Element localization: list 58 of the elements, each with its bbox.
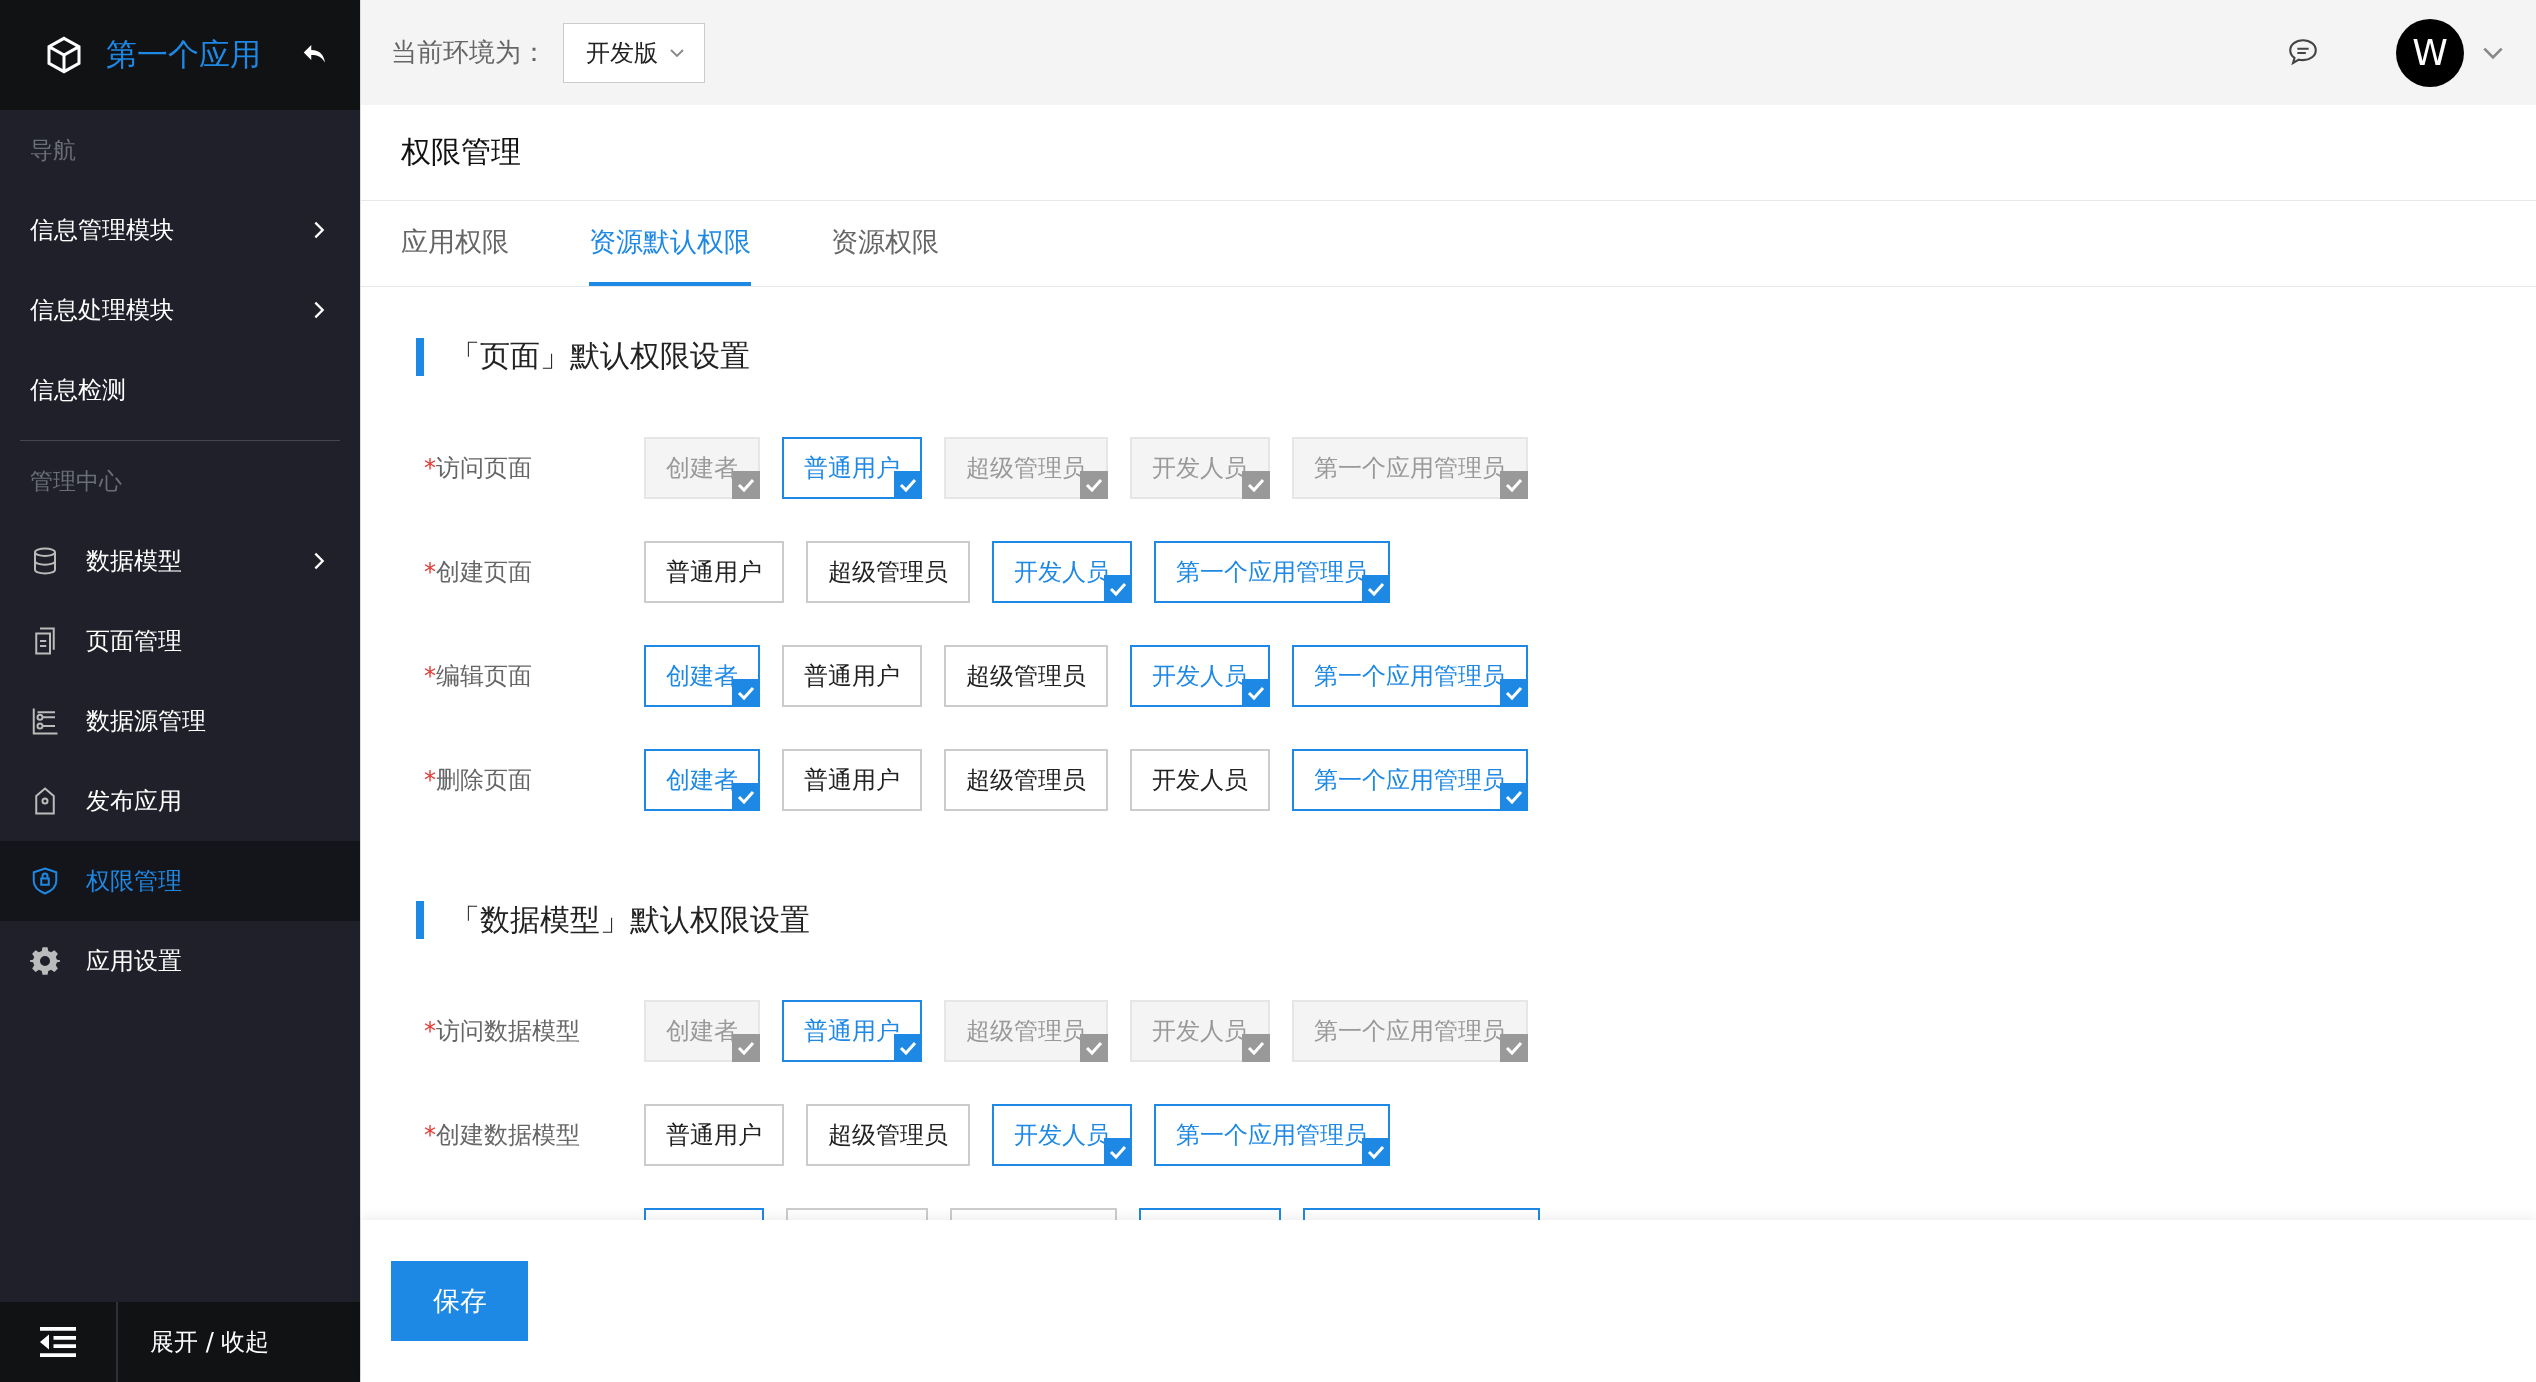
permission-option[interactable] (1303, 1208, 1540, 1220)
nav-item[interactable]: 信息管理模块 (0, 190, 360, 270)
nav-item[interactable]: 信息处理模块 (0, 270, 360, 350)
permission-option[interactable]: 普通用户 (782, 748, 922, 811)
user-avatar[interactable]: W (2396, 18, 2464, 87)
nav-group-heading: 管理中心 (29, 466, 123, 496)
nav-item-label: 信息检测 (30, 375, 127, 406)
permission-option[interactable]: 超级管理员 (806, 1104, 970, 1166)
section-accent-bar (416, 337, 424, 376)
nav-item[interactable]: 数据源管理 (0, 681, 360, 761)
section-title: 「页面」默认权限设置 (450, 337, 750, 376)
field-label: *删除页面 (423, 764, 533, 796)
app-title: 第一个应用 (106, 35, 262, 74)
nav-item[interactable]: 页面管理 (0, 601, 360, 681)
page-title: 权限管理 (361, 105, 2536, 201)
field-label: *编辑页面 (423, 660, 533, 692)
tab[interactable]: 资源权限 (831, 201, 939, 286)
section-accent-bar (416, 901, 424, 940)
gear-icon (30, 946, 60, 976)
nav-item-label: 发布应用 (85, 786, 183, 817)
permission-option[interactable]: 超级管理员 (944, 644, 1108, 707)
permission-option[interactable] (1139, 1208, 1281, 1220)
permission-option[interactable]: 普通用户 (644, 1104, 784, 1166)
collapse-toggle[interactable]: 展开 / 收起 (118, 1325, 276, 1359)
environment-label: 当前环境为： (391, 36, 547, 69)
permission-option[interactable]: 普通用户 (782, 1000, 922, 1062)
nav-item-label: 数据模型 (85, 546, 183, 577)
permission-option[interactable]: 普通用户 (782, 644, 922, 707)
permission-option[interactable] (644, 1208, 764, 1220)
nav-item[interactable]: 权限管理 (0, 841, 360, 921)
list-icon (30, 706, 60, 736)
tab[interactable]: 应用权限 (401, 201, 509, 286)
environment-select[interactable]: 开发版 (563, 22, 705, 83)
permission-option[interactable]: 开发人员 (1130, 748, 1270, 811)
section-title: 「数据模型」默认权限设置 (450, 900, 810, 939)
field-label: *创建页面 (423, 556, 533, 588)
field-label: *访问页面 (423, 452, 533, 484)
permission-option[interactable]: 普通用户 (644, 540, 784, 603)
menu-collapse-icon (40, 1327, 76, 1357)
nav-item[interactable]: 数据模型 (0, 521, 360, 601)
save-button[interactable]: 保存 (391, 1261, 528, 1341)
permission-option[interactable]: 超级管理员 (944, 748, 1108, 811)
nav-item[interactable]: 发布应用 (0, 761, 360, 841)
nav-item-label: 信息管理模块 (30, 215, 175, 246)
tab[interactable]: 资源默认权限 (589, 201, 751, 286)
permission-option[interactable]: 超级管理员 (806, 540, 970, 603)
shield-lock-icon (30, 866, 60, 896)
nav-item-label: 数据源管理 (85, 706, 207, 737)
permission-option[interactable]: 普通用户 (782, 436, 922, 499)
nav-group-heading: 导航 (29, 135, 77, 165)
nav-item-label: 应用设置 (85, 946, 183, 977)
nav-item-label: 权限管理 (85, 866, 183, 897)
nav-item-label: 信息处理模块 (30, 295, 175, 326)
nav-item[interactable]: 应用设置 (0, 921, 360, 1001)
field-label: *访问数据模型 (423, 1016, 581, 1047)
nav-item-label: 页面管理 (85, 626, 183, 657)
nav-item[interactable]: 信息检测 (0, 350, 360, 430)
field-label: *创建数据模型 (423, 1120, 581, 1151)
